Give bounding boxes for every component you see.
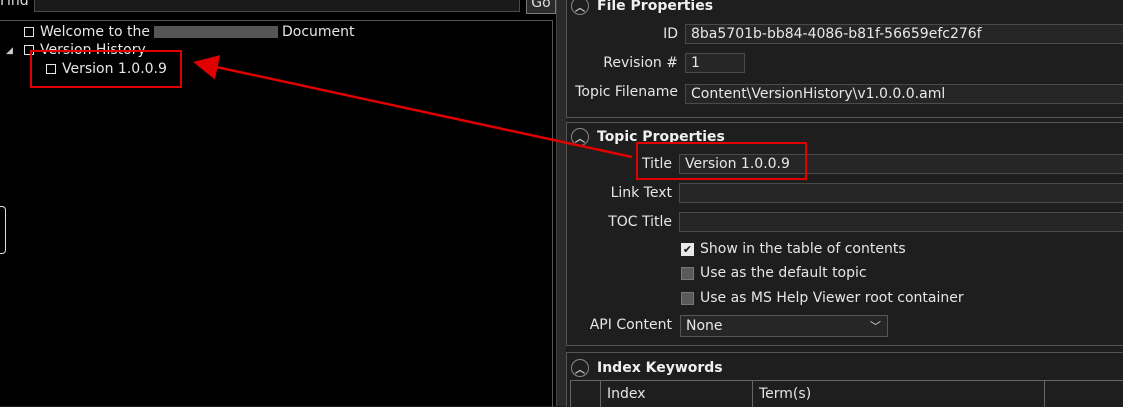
index-keywords-header[interactable]: ︿ Index Keywords (571, 357, 723, 379)
show-in-toc-option[interactable]: ✔ Show in the table of contents (681, 240, 906, 258)
expand-toggle-icon[interactable]: ◢ (6, 46, 13, 56)
row-header-corner (571, 381, 601, 407)
help-viewer-root-option[interactable]: Use as MS Help Viewer root container (681, 289, 964, 307)
checkbox-label: Show in the table of contents (700, 241, 906, 257)
topic-filename-label: Topic Filename (575, 84, 678, 100)
revision-field[interactable]: 1 (685, 53, 745, 73)
id-field[interactable]: 8ba5701b-bb84-4086-b81f-56659efc276f (685, 24, 1123, 44)
annotation-box-title (636, 142, 807, 180)
properties-pane: ︿ File Properties ID 8ba5701b-bb84-4086-… (566, 0, 1123, 407)
check-icon[interactable]: ✔ (681, 242, 694, 256)
go-button[interactable]: Go (526, 0, 556, 14)
redacted-text (153, 26, 278, 38)
tree-item-welcome[interactable]: Welcome to the Document (24, 23, 355, 41)
file-properties-section: ︿ File Properties ID 8ba5701b-bb84-4086-… (566, 0, 1123, 118)
link-text-field[interactable] (679, 183, 1123, 203)
tree-checkbox[interactable] (24, 27, 34, 37)
chevron-up-icon[interactable]: ︿ (571, 128, 589, 146)
find-label: Find (0, 0, 29, 9)
api-content-dropdown[interactable]: None ﹀ (680, 315, 888, 337)
dropdown-value: None (686, 318, 723, 334)
section-title: Index Keywords (597, 360, 723, 376)
tree-item-label-prefix: Welcome to the (40, 24, 150, 40)
chevron-up-icon[interactable]: ︿ (571, 359, 589, 377)
link-text-label: Link Text (610, 185, 672, 201)
topic-filename-field[interactable]: Content\VersionHistory\v1.0.0.0.aml (685, 84, 1123, 104)
revision-label: Revision # (603, 55, 678, 71)
toc-title-label: TOC Title (608, 214, 672, 230)
api-content-label: API Content (589, 317, 672, 333)
find-bar: Find Go (0, 0, 556, 14)
id-label: ID (663, 26, 678, 42)
chevron-down-icon: ﹀ (870, 320, 881, 333)
chevron-up-icon[interactable]: ︿ (571, 0, 589, 15)
scroll-handle[interactable] (0, 206, 6, 254)
index-keywords-table: Index Term(s) (570, 380, 1123, 407)
annotation-box-tree-item (30, 50, 182, 88)
checkbox-unchecked[interactable] (681, 291, 694, 305)
checkbox-unchecked[interactable] (681, 266, 694, 280)
file-properties-header[interactable]: ︿ File Properties (571, 0, 713, 17)
checkbox-label: Use as the default topic (700, 265, 867, 281)
checkbox-label: Use as MS Help Viewer root container (700, 290, 964, 306)
tree-item-label-suffix: Document (281, 24, 355, 40)
toc-title-field[interactable] (679, 212, 1123, 232)
column-header-terms[interactable]: Term(s) (753, 381, 1045, 407)
find-input[interactable] (34, 0, 520, 12)
section-title: File Properties (597, 0, 714, 14)
column-header-index[interactable]: Index (601, 381, 753, 407)
default-topic-option[interactable]: Use as the default topic (681, 264, 867, 282)
